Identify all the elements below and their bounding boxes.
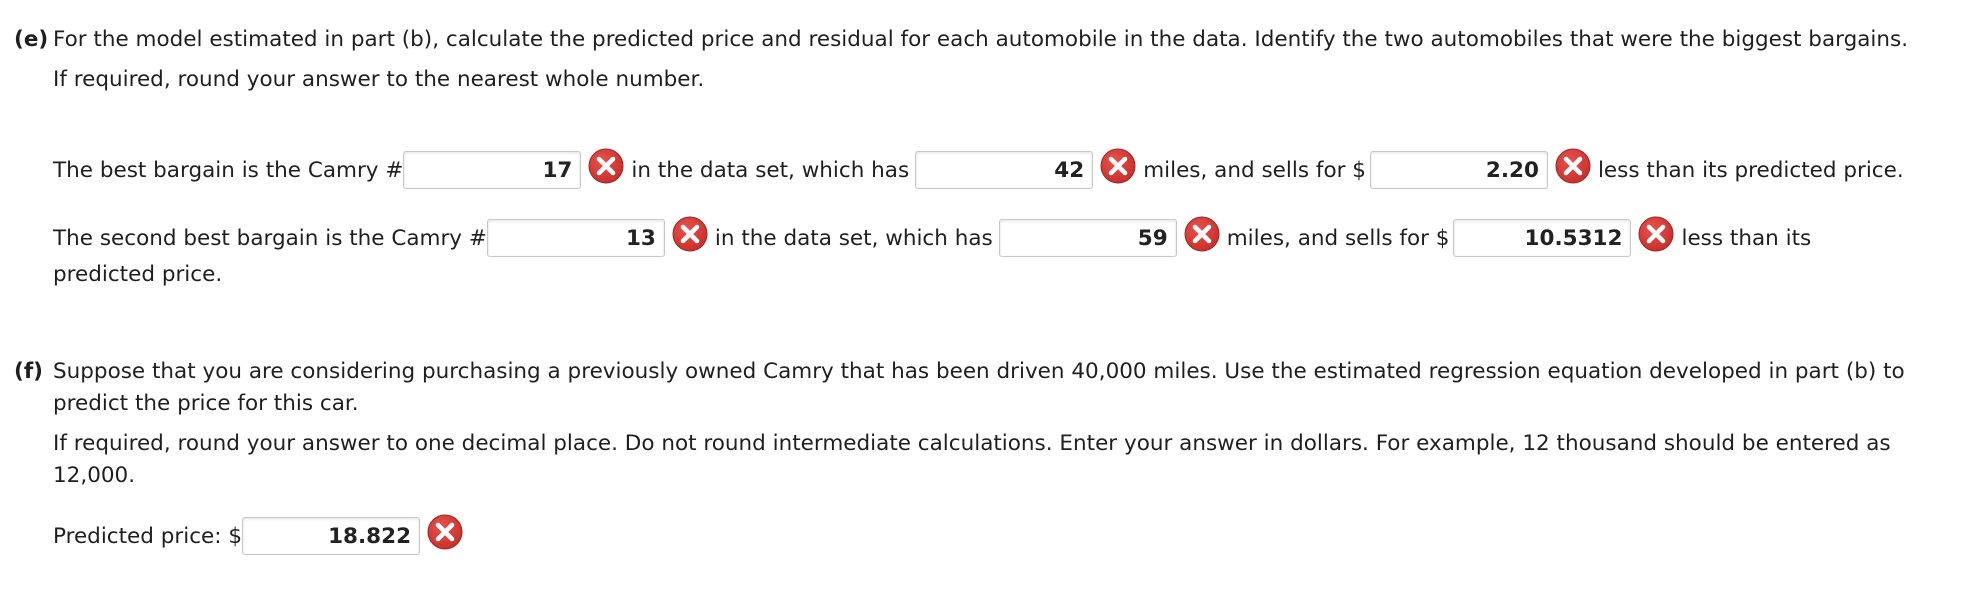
best-bargain-amount-field[interactable]: 2.20 — [1369, 151, 1548, 189]
second-bargain-mid2: miles, and sells for $ — [1226, 225, 1450, 251]
part-f-letter: (f) — [14, 359, 44, 384]
second-bargain-prefix: The second best bargain is the Camry # — [53, 225, 487, 251]
incorrect-x-icon — [1183, 215, 1221, 253]
best-bargain-suffix: less than its predicted price. — [1597, 157, 1904, 183]
part-e: (e) For the model estimated in part (b),… — [14, 24, 1964, 96]
part-e-question: For the model estimated in part (b), cal… — [53, 27, 1909, 52]
predicted-price-line: Predicted price: $ 18.822 — [53, 514, 470, 555]
part-f: (f) Suppose that you are considering pur… — [14, 356, 1964, 492]
part-e-rounding-note: If required, round your answer to the ne… — [53, 67, 705, 92]
best-bargain-prefix: The best bargain is the Camry # — [53, 157, 404, 183]
best-bargain-mid1: in the data set, which has — [631, 157, 910, 183]
incorrect-x-icon — [671, 215, 709, 253]
incorrect-x-icon — [1099, 147, 1137, 185]
second-bargain-suffix: less than its — [1681, 225, 1812, 251]
best-bargain-camry-field[interactable]: 17 — [403, 151, 582, 189]
second-bargain-line: The second best bargain is the Camry # 1… — [53, 216, 1812, 257]
predicted-price-field[interactable]: 18.822 — [242, 517, 421, 555]
incorrect-x-icon — [1554, 147, 1592, 185]
incorrect-x-icon — [426, 513, 464, 551]
question-page: (e) For the model estimated in part (b),… — [0, 0, 1978, 598]
best-bargain-line: The best bargain is the Camry # 17 in th… — [53, 148, 1904, 189]
part-f-question: Suppose that you are considering purchas… — [53, 359, 1905, 416]
second-bargain-miles-field[interactable]: 59 — [998, 219, 1177, 257]
second-bargain-mid1: in the data set, which has — [714, 225, 993, 251]
second-bargain-amount-field[interactable]: 10.5312 — [1453, 219, 1632, 257]
incorrect-x-icon — [1637, 215, 1675, 253]
best-bargain-miles-field[interactable]: 42 — [915, 151, 1094, 189]
part-f-rounding-note: If required, round your answer to one de… — [53, 431, 1891, 488]
second-bargain-suffix-cont: predicted price. — [53, 262, 223, 287]
part-e-letter: (e) — [14, 27, 49, 52]
second-bargain-camry-field[interactable]: 13 — [486, 219, 665, 257]
second-bargain-line-cont: predicted price. — [53, 262, 222, 287]
best-bargain-mid2: miles, and sells for $ — [1143, 157, 1366, 183]
predicted-price-label: Predicted price: $ — [53, 523, 243, 549]
incorrect-x-icon — [587, 147, 625, 185]
